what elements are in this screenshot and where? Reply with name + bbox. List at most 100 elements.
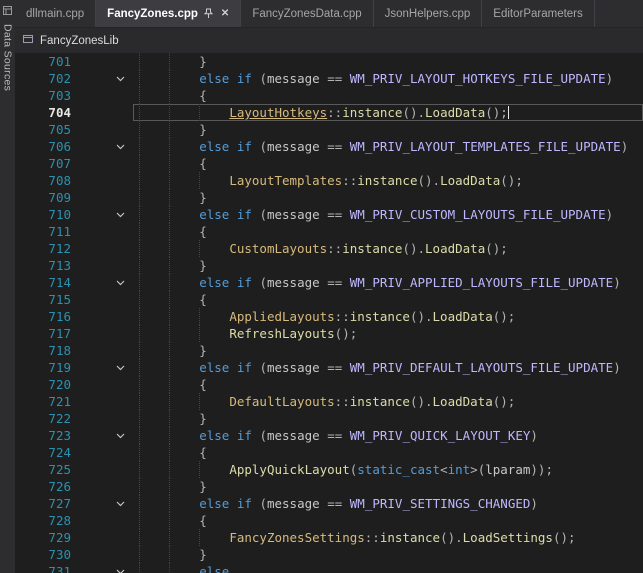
data-sources-tab[interactable]: Data Sources [2,24,14,91]
code-token: ( [252,496,267,511]
code-line[interactable]: 702 else if (message == WM_PRIV_LAYOUT_H… [15,70,643,87]
code-line[interactable]: 707 { [15,155,643,172]
fold-spacer [107,172,133,189]
code-line[interactable]: 715 { [15,291,643,308]
tab-FancyZones.cpp[interactable]: FancyZones.cpp✕ [96,0,241,27]
text-cursor [508,106,510,119]
code-token: instance [350,309,410,324]
tab-FancyZonesData.cpp[interactable]: FancyZonesData.cpp [241,0,373,27]
code-line[interactable]: 719 else if (message == WM_PRIV_DEFAULT_… [15,359,643,376]
code-line[interactable]: 714 else if (message == WM_PRIV_APPLIED_… [15,274,643,291]
fold-spacer [107,240,133,257]
fold-spacer [107,512,133,529]
close-icon[interactable]: ✕ [221,8,229,19]
pin-icon[interactable] [204,8,213,19]
selection-margin [77,495,107,512]
code-line[interactable]: 723 else if (message == WM_PRIV_QUICK_LA… [15,427,643,444]
code-line[interactable]: 701 } [15,53,643,70]
code-line[interactable]: 705 } [15,121,643,138]
indent-guide [139,138,140,155]
tab-EditorParameters[interactable]: EditorParameters [482,0,594,27]
tab-label: dllmain.cpp [26,8,84,20]
code-line[interactable]: 725 ApplyQuickLayout(static_cast<int>(lp… [15,461,643,478]
code-line[interactable]: 718 } [15,342,643,359]
code-token: WM_PRIV_SETTINGS_CHANGED [350,496,531,511]
fold-chevron-icon[interactable] [107,563,133,573]
line-number: 728 [15,512,77,529]
indent-guide [169,257,170,274]
code-token: < [440,462,448,477]
code-token: ( [252,71,267,86]
fold-spacer [107,461,133,478]
data-sources-icon [3,2,12,20]
indent-guide [169,53,170,70]
code-line[interactable]: 724 { [15,444,643,461]
code-token: } [139,54,207,69]
code-line[interactable]: 721 DefaultLayouts::instance().LoadData(… [15,393,643,410]
indent-guide [199,172,200,189]
code-line[interactable]: 720 { [15,376,643,393]
code-token [229,496,237,511]
code-line[interactable]: 726 } [15,478,643,495]
code-token: if [237,207,252,222]
selection-margin [77,529,107,546]
code-line[interactable]: 728 { [15,512,643,529]
code-line[interactable]: 730 } [15,546,643,563]
code-token: ( [252,428,267,443]
tab-label: EditorParameters [493,8,582,20]
code-editor[interactable]: 701 }702 else if (message == WM_PRIV_LAY… [15,53,643,573]
code-token: ApplyQuickLayout [229,462,349,477]
code-line[interactable]: 708 LayoutTemplates::instance().LoadData… [15,172,643,189]
fold-chevron-icon[interactable] [107,274,133,291]
code-line[interactable]: 712 CustomLayouts::instance().LoadData()… [15,240,643,257]
indent-guide [169,529,170,546]
fold-chevron-icon[interactable] [107,359,133,376]
tab-JsonHelpers.cpp[interactable]: JsonHelpers.cpp [374,0,483,27]
selection-margin [77,427,107,444]
code-token: (). [440,530,463,545]
code-line[interactable]: 711 { [15,223,643,240]
selection-margin [77,189,107,206]
code-line[interactable]: 706 else if (message == WM_PRIV_LAYOUT_T… [15,138,643,155]
fold-chevron-icon[interactable] [107,206,133,223]
code-token: ( [252,139,267,154]
code-token: WM_PRIV_DEFAULT_LAYOUTS_FILE_UPDATE [350,360,613,375]
line-number: 723 [15,427,77,444]
fold-chevron-icon[interactable] [107,70,133,87]
code-line[interactable]: 709 } [15,189,643,206]
code-line[interactable]: 710 else if (message == WM_PRIV_CUSTOM_L… [15,206,643,223]
code-line[interactable]: 716 AppliedLayouts::instance().LoadData(… [15,308,643,325]
fold-chevron-icon[interactable] [107,495,133,512]
code-line[interactable]: 703 { [15,87,643,104]
project-dropdown[interactable]: FancyZonesLib [40,35,119,47]
code-line[interactable]: 717 RefreshLayouts(); [15,325,643,342]
fold-chevron-icon[interactable] [107,138,133,155]
code-line[interactable]: 729 FancyZonesSettings::instance().LoadS… [15,529,643,546]
code-token: static_cast [357,462,440,477]
vs-editor-window: Data Sources dllmain.cppFancyZones.cpp✕F… [0,0,643,573]
code-token: ) [613,360,621,375]
code-line[interactable]: 727 else if (message == WM_PRIV_SETTINGS… [15,495,643,512]
code-token: else [199,207,229,222]
code-token: } [139,479,207,494]
code-token: message [267,360,320,375]
code-token: AppliedLayouts [229,309,334,324]
code-line[interactable]: 722 } [15,410,643,427]
code-text: { [133,376,643,393]
code-token: (). [402,241,425,256]
fold-chevron-icon[interactable] [107,427,133,444]
indent-guide [199,104,200,121]
indent-guide [169,121,170,138]
indent-guide [169,206,170,223]
indent-guide [139,444,140,461]
code-token: int [448,462,471,477]
code-line[interactable]: 713 } [15,257,643,274]
line-number: 715 [15,291,77,308]
code-line[interactable]: 704 LayoutHotkeys::instance().LoadData()… [15,104,643,121]
tab-dllmain.cpp[interactable]: dllmain.cpp [15,0,96,27]
selection-margin [77,87,107,104]
code-line[interactable]: 731 else [15,563,643,573]
code-token: instance [357,173,417,188]
code-text: LayoutHotkeys::instance().LoadData(); [133,104,643,121]
selection-margin [77,155,107,172]
